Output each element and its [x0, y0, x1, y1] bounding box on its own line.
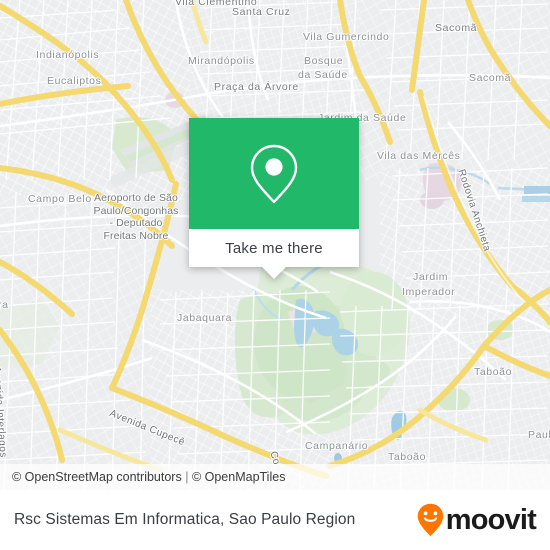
- attribution-openmaptiles[interactable]: © OpenMapTiles: [192, 470, 286, 484]
- map-pin-icon: [250, 144, 298, 203]
- moovit-wordmark: moovit: [445, 503, 537, 536]
- moovit-smiley-pin-icon: [417, 503, 443, 536]
- attribution-osm[interactable]: © OpenStreetMap contributors: [12, 470, 182, 484]
- popup-green-panel: [189, 118, 359, 229]
- place-title: Rsc Sistemas Em Informatica, Sao Paulo R…: [14, 511, 356, 528]
- moovit-map-screenshot: Vila Clementino Santa Cruz Vila Gumercin…: [0, 0, 550, 550]
- popup-pointer-tail: [262, 267, 286, 279]
- take-me-there-label: Take me there: [225, 239, 323, 257]
- footer-bar: Rsc Sistemas Em Informatica, Sao Paulo R…: [0, 490, 550, 550]
- map-canvas[interactable]: Vila Clementino Santa Cruz Vila Gumercin…: [0, 0, 550, 490]
- location-popup-card[interactable]: Take me there: [189, 118, 359, 279]
- take-me-there-button[interactable]: Take me there: [189, 229, 359, 279]
- moovit-brand-logo[interactable]: moovit: [417, 503, 537, 537]
- map-attribution: © OpenStreetMap contributors | © OpenMap…: [0, 464, 550, 490]
- attribution-separator: |: [185, 470, 189, 484]
